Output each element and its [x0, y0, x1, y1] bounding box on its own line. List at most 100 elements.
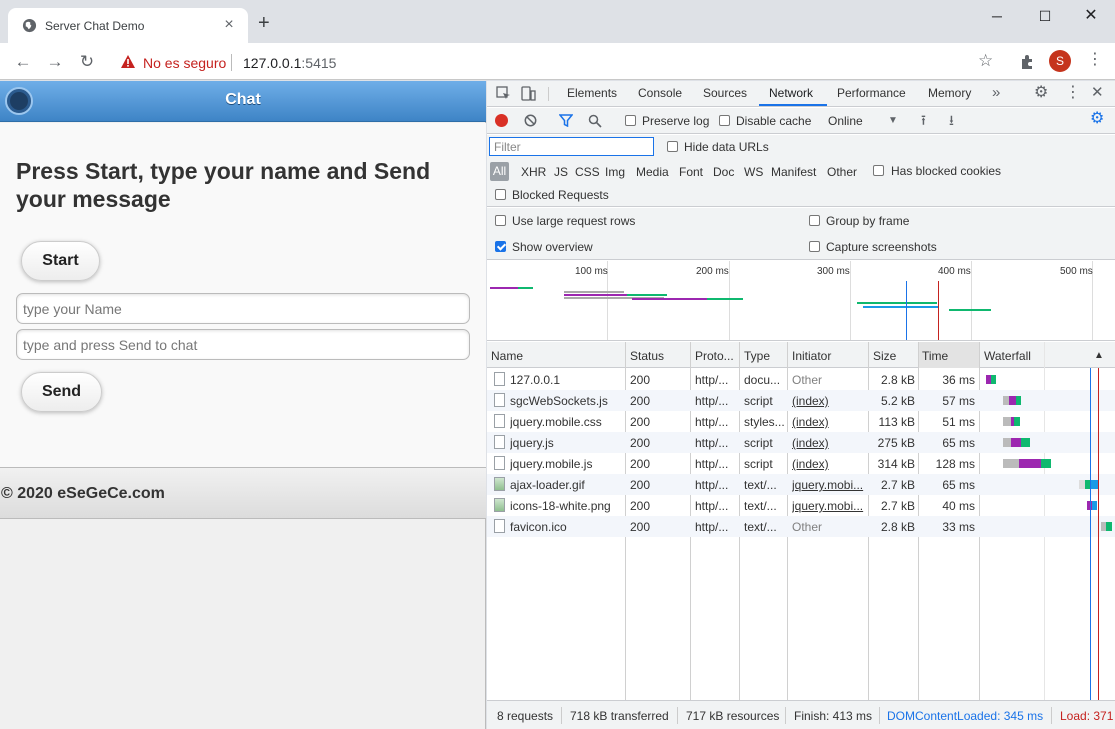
more-tabs-icon[interactable]: »: [992, 85, 1000, 100]
throttling-select[interactable]: Online: [828, 114, 863, 128]
name-input[interactable]: [16, 293, 470, 324]
table-row[interactable]: sgcWebSockets.js 200 http/... script (in…: [487, 390, 1115, 411]
image-file-icon: [494, 477, 505, 491]
filter-input[interactable]: [489, 137, 654, 156]
chevron-down-icon[interactable]: ▼: [888, 114, 898, 128]
group-by-frame-checkbox[interactable]: [809, 215, 820, 226]
close-window-icon[interactable]: ✕: [1069, 4, 1113, 28]
extensions-icon[interactable]: [1019, 53, 1037, 71]
filter-media[interactable]: Media: [636, 165, 669, 179]
column-header-type[interactable]: Type: [744, 349, 770, 363]
message-input[interactable]: [16, 329, 470, 360]
summary-requests: 8 requests: [497, 709, 554, 723]
column-header-waterfall[interactable]: Waterfall: [984, 349, 1031, 363]
column-header-initiator[interactable]: Initiator: [792, 349, 831, 363]
overview-bar: [518, 287, 533, 289]
request-name: 127.0.0.1: [510, 373, 561, 387]
table-row[interactable]: jquery.js 200 http/... script (index) 27…: [487, 432, 1115, 453]
hide-data-urls-checkbox[interactable]: [667, 141, 678, 152]
filter-js[interactable]: JS: [554, 165, 568, 179]
overview-tick-label: 100 ms: [575, 266, 608, 277]
table-row[interactable]: ajax-loader.gif 200 http/... text/... jq…: [487, 474, 1115, 495]
sort-ascending-icon[interactable]: ▲: [1094, 350, 1104, 361]
globe-icon: [22, 18, 37, 33]
disable-cache-checkbox[interactable]: [719, 115, 730, 126]
request-type: text/...: [744, 478, 777, 492]
filter-font[interactable]: Font: [679, 165, 703, 179]
new-tab-icon[interactable]: +: [258, 13, 270, 33]
clear-icon[interactable]: [524, 114, 537, 127]
profile-avatar[interactable]: S: [1049, 50, 1071, 72]
tab-performance[interactable]: Performance: [837, 86, 906, 100]
filter-doc[interactable]: Doc: [713, 165, 734, 179]
filter-other[interactable]: Other: [827, 165, 857, 179]
close-tab-icon[interactable]: ×: [220, 16, 238, 34]
tab-network[interactable]: Network: [769, 86, 813, 100]
request-initiator-link[interactable]: (index): [792, 457, 829, 471]
table-row[interactable]: jquery.mobile.js 200 http/... script (in…: [487, 453, 1115, 474]
inspect-element-icon[interactable]: [496, 86, 511, 101]
column-header-size[interactable]: Size: [873, 349, 896, 363]
filter-css[interactable]: CSS: [575, 165, 600, 179]
filter-all[interactable]: All: [490, 162, 509, 181]
maximize-icon[interactable]: ☐: [1023, 4, 1067, 28]
column-header-status[interactable]: Status: [630, 349, 664, 363]
request-initiator-link[interactable]: (index): [792, 415, 829, 429]
overview-gridline: [971, 261, 972, 340]
filter-ws[interactable]: WS: [744, 165, 763, 179]
group-by-frame-label: Group by frame: [826, 214, 910, 228]
filter-funnel-icon[interactable]: [559, 114, 573, 127]
column-header-name[interactable]: Name: [491, 349, 523, 363]
waterfall-bar: [1003, 417, 1011, 426]
start-button[interactable]: Start: [21, 241, 100, 281]
device-toolbar-icon[interactable]: [521, 86, 536, 101]
filter-img[interactable]: Img: [605, 165, 625, 179]
request-initiator-link[interactable]: (index): [792, 436, 829, 450]
filter-manifest[interactable]: Manifest: [771, 165, 816, 179]
table-row[interactable]: favicon.ico 200 http/... text/... Other …: [487, 516, 1115, 537]
table-row[interactable]: icons-18-white.png 200 http/... text/...…: [487, 495, 1115, 516]
close-devtools-icon[interactable]: ✕: [1091, 85, 1104, 100]
settings-gear-icon[interactable]: ⚙: [1034, 85, 1048, 101]
network-settings-icon[interactable]: ⚙: [1090, 111, 1104, 127]
devtools-menu-icon[interactable]: ⋮: [1065, 85, 1081, 101]
show-overview-checkbox[interactable]: [495, 241, 506, 252]
forward-icon[interactable]: →: [44, 51, 66, 73]
has-blocked-cookies-checkbox[interactable]: [873, 165, 884, 176]
request-initiator-link[interactable]: jquery.mobi...: [792, 499, 866, 513]
bookmark-star-icon[interactable]: ☆: [978, 52, 993, 70]
tab-elements[interactable]: Elements: [567, 86, 617, 100]
column-header-protocol[interactable]: Proto...: [695, 349, 734, 363]
preserve-log-checkbox[interactable]: [625, 115, 636, 126]
export-har-icon[interactable]: ⭳: [949, 113, 954, 127]
request-initiator-link[interactable]: jquery.mobi...: [792, 478, 866, 492]
blocked-requests-checkbox[interactable]: [495, 189, 506, 200]
import-har-icon[interactable]: ⭱: [921, 113, 926, 127]
browser-tab[interactable]: Server Chat Demo ×: [8, 8, 248, 43]
capture-screenshots-checkbox[interactable]: [809, 241, 820, 252]
request-size: 113 kB: [878, 415, 915, 429]
overview-bar: [863, 306, 938, 308]
minimize-icon[interactable]: ─: [975, 4, 1019, 28]
tab-sources[interactable]: Sources: [703, 86, 747, 100]
reload-icon[interactable]: ↻: [76, 51, 98, 73]
large-rows-checkbox[interactable]: [495, 215, 506, 226]
address-bar[interactable]: No es seguro 127.0.0.1:5415: [110, 48, 1006, 76]
browser-menu-icon[interactable]: ⋮: [1087, 52, 1103, 68]
search-icon[interactable]: [588, 114, 602, 128]
column-header-time[interactable]: Time: [922, 349, 948, 363]
request-protocol: http/...: [695, 499, 729, 513]
tab-strip: Server Chat Demo × + ─ ☐ ✕: [0, 0, 1115, 43]
record-icon[interactable]: [495, 114, 508, 127]
filter-xhr[interactable]: XHR: [521, 165, 546, 179]
send-button[interactable]: Send: [21, 372, 102, 412]
request-size: 2.8 kB: [880, 520, 915, 534]
timeline-overview[interactable]: 100 ms 200 ms 300 ms 400 ms 500 ms: [487, 261, 1115, 341]
tab-console[interactable]: Console: [638, 86, 682, 100]
table-row[interactable]: jquery.mobile.css 200 http/... styles...…: [487, 411, 1115, 432]
back-icon[interactable]: ←: [12, 51, 34, 73]
tab-memory[interactable]: Memory: [928, 86, 971, 100]
request-status: 200: [630, 394, 651, 408]
request-initiator-link[interactable]: (index): [792, 394, 829, 408]
table-row[interactable]: 127.0.0.1 200 http/... docu... Other 2.8…: [487, 369, 1115, 390]
